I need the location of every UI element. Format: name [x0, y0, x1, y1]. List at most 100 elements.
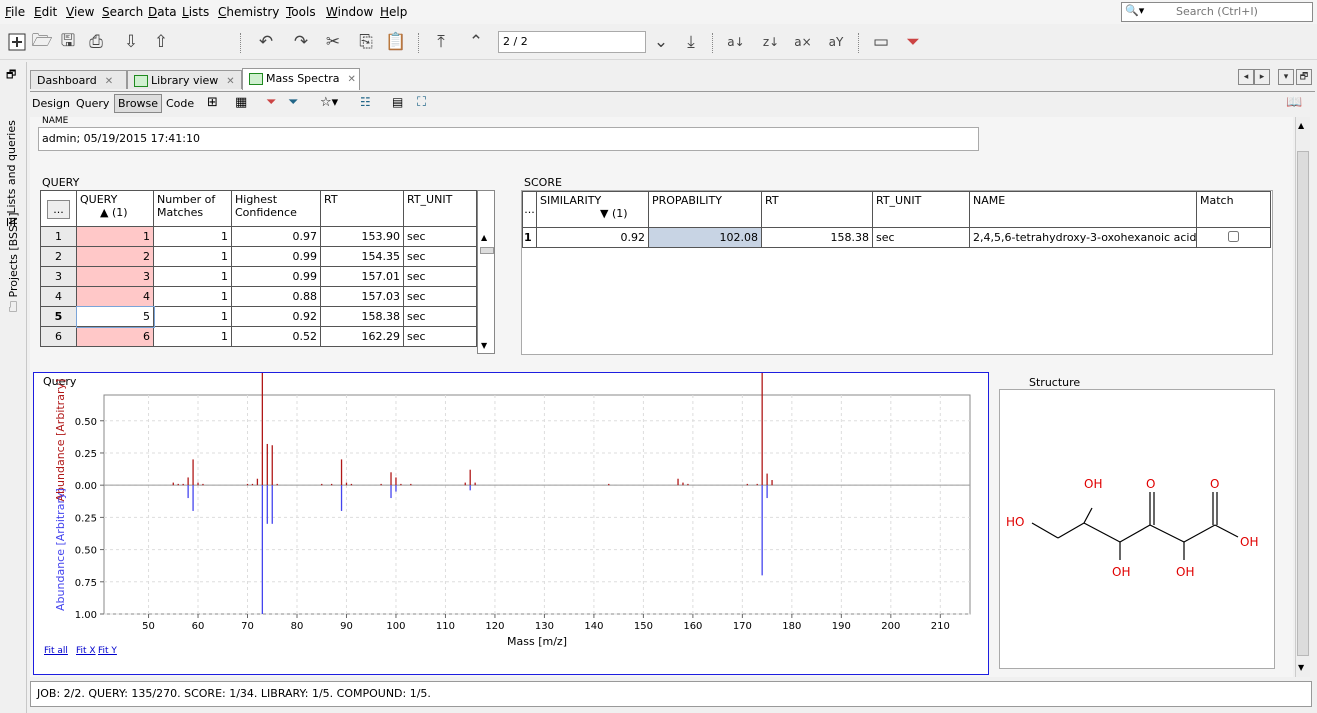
- close-icon[interactable]: ✕: [105, 76, 113, 87]
- scrollbar-thumb[interactable]: [1297, 151, 1309, 656]
- table-row[interactable]: 5 5 1 0.92 158.38 sec: [40, 305, 477, 328]
- record-navigator-field[interactable]: 2 / 2: [498, 31, 646, 53]
- book-icon[interactable]: 📖: [1286, 95, 1302, 110]
- first-record-icon[interactable]: ⤒: [430, 31, 452, 53]
- grid-icon[interactable]: ▦: [235, 95, 247, 110]
- cell-rt[interactable]: 158.38: [320, 306, 404, 327]
- restore-icon[interactable]: 🗗: [6, 66, 16, 85]
- header-name[interactable]: NAME: [969, 191, 1197, 228]
- design-mode-button[interactable]: Design: [32, 97, 70, 110]
- cell-rt-unit[interactable]: sec: [403, 326, 477, 347]
- list-view-icon[interactable]: ☷: [360, 95, 371, 109]
- table-row[interactable]: 2 2 1 0.99 154.35 sec: [40, 246, 477, 267]
- cell-rt-unit[interactable]: sec: [403, 286, 477, 307]
- search-box[interactable]: 🔍▾: [1121, 2, 1313, 22]
- fit-all-link[interactable]: Fit all: [44, 646, 68, 656]
- layout-icon[interactable]: ▤: [392, 95, 403, 109]
- dropdown-icon[interactable]: ▾: [1278, 69, 1294, 85]
- cell-query[interactable]: 2: [76, 246, 154, 267]
- cell-query[interactable]: 3: [76, 266, 154, 287]
- export-icon[interactable]: ⇧: [150, 31, 172, 53]
- menu-help[interactable]: Help: [380, 5, 407, 19]
- table-row[interactable]: 1 0.92 102.08 158.38 sec 2,4,5,6-tetrahydroxy…: [522, 227, 1271, 248]
- cell-rt[interactable]: 154.35: [320, 246, 404, 267]
- plot-area[interactable]: [103, 394, 971, 615]
- projects-side-tab[interactable]: 🗀 Projects [BSSN]: [5, 213, 24, 313]
- cell-rt-unit[interactable]: sec: [403, 266, 477, 287]
- filter-remove-icon[interactable]: ⏷: [266, 95, 276, 110]
- new-icon[interactable]: [6, 31, 28, 53]
- cell-confidence[interactable]: 0.92: [231, 306, 321, 327]
- header-similarity[interactable]: SIMILARITY ▼ (1): [536, 191, 649, 228]
- undo-icon[interactable]: ↶: [255, 31, 277, 53]
- menu-view[interactable]: View: [66, 5, 94, 19]
- name-field[interactable]: admin; 05/19/2015 17:41:10: [38, 127, 979, 151]
- cell-matches[interactable]: 1: [153, 286, 232, 307]
- fit-y-link[interactable]: Fit Y: [98, 646, 117, 656]
- match-checkbox[interactable]: [1228, 230, 1239, 242]
- maximize-icon[interactable]: 🗗: [1296, 69, 1312, 85]
- sort-descending-icon[interactable]: z↓: [760, 31, 782, 53]
- cell-matches[interactable]: 1: [153, 246, 232, 267]
- menu-data[interactable]: Data: [148, 5, 177, 19]
- row-header[interactable]: 5: [40, 306, 77, 327]
- copy-icon[interactable]: ⎘: [355, 31, 377, 53]
- clear-sort-icon[interactable]: a×: [792, 31, 814, 53]
- menu-search[interactable]: Search: [102, 5, 143, 19]
- cell-name[interactable]: 2,4,5,6-tetrahydroxy-3-oxohexanoic acid: [969, 227, 1197, 248]
- header-rt-unit[interactable]: RT_UNIT: [872, 191, 970, 228]
- print-icon[interactable]: ⎙: [85, 31, 107, 53]
- tab-library-view[interactable]: Library view ✕: [127, 70, 242, 89]
- filter-add-icon[interactable]: ⏷: [288, 95, 298, 110]
- search-input[interactable]: [1174, 4, 1308, 19]
- cell-matches[interactable]: 1: [153, 226, 232, 247]
- cell-rt-unit[interactable]: sec: [403, 246, 477, 267]
- header-match[interactable]: Match: [1196, 191, 1271, 228]
- cell-similarity[interactable]: 0.92: [536, 227, 649, 248]
- cell-matches[interactable]: 1: [153, 326, 232, 347]
- structure-viewer[interactable]: HO OH O O OH OH OH: [999, 389, 1275, 669]
- menu-chemistry[interactable]: Chemistry: [218, 5, 279, 19]
- cell-confidence[interactable]: 0.88: [231, 286, 321, 307]
- cell-rt[interactable]: 157.03: [320, 286, 404, 307]
- cell-rt[interactable]: 157.01: [320, 266, 404, 287]
- cell-matches[interactable]: 1: [153, 306, 232, 327]
- fit-x-link[interactable]: Fit X: [76, 646, 96, 656]
- redo-icon[interactable]: ↷: [290, 31, 312, 53]
- sort-options-icon[interactable]: aY: [825, 31, 847, 53]
- cell-confidence[interactable]: 0.97: [231, 226, 321, 247]
- form-view-icon[interactable]: ▭: [870, 31, 892, 53]
- cell-confidence[interactable]: 0.52: [231, 326, 321, 347]
- menu-edit[interactable]: Edit: [34, 5, 57, 19]
- tab-dashboard[interactable]: Dashboard ✕: [30, 70, 127, 89]
- scroll-left-icon[interactable]: ◂: [1238, 69, 1254, 85]
- row-header[interactable]: 4: [40, 286, 77, 307]
- scroll-right-icon[interactable]: ▸: [1254, 69, 1270, 85]
- star-icon[interactable]: ☆▾: [320, 95, 338, 110]
- row-header[interactable]: 1: [40, 226, 77, 247]
- last-record-icon[interactable]: ⤓: [680, 31, 702, 53]
- cell-rt-unit[interactable]: sec: [403, 226, 477, 247]
- table-row[interactable]: 1 1 1 0.97 153.90 sec: [40, 226, 477, 247]
- close-icon[interactable]: ✕: [226, 76, 234, 87]
- cell-rt-unit[interactable]: sec: [872, 227, 970, 248]
- header-rt[interactable]: RT: [320, 190, 404, 227]
- cell-query[interactable]: 5: [75, 305, 155, 328]
- cell-rt[interactable]: 158.38: [761, 227, 873, 248]
- cut-icon[interactable]: ✂: [322, 31, 344, 53]
- cell-matches[interactable]: 1: [153, 266, 232, 287]
- save-icon[interactable]: 🖫: [57, 31, 79, 53]
- select-all-button[interactable]: ...: [522, 191, 537, 228]
- cell-query[interactable]: 6: [76, 326, 154, 347]
- add-row-icon[interactable]: ⊞: [207, 95, 218, 110]
- open-folder-icon[interactable]: 🗁: [31, 31, 53, 53]
- row-header[interactable]: 2: [40, 246, 77, 267]
- browse-mode-button[interactable]: Browse: [114, 94, 163, 113]
- header-rt-unit[interactable]: RT_UNIT: [403, 190, 477, 227]
- row-header[interactable]: 6: [40, 326, 77, 347]
- select-all-button[interactable]: ...: [40, 190, 77, 227]
- cell-propability[interactable]: 102.08: [648, 227, 762, 248]
- close-icon[interactable]: ✕: [348, 74, 356, 85]
- cell-rt[interactable]: 153.90: [320, 226, 404, 247]
- header-highest-confidence[interactable]: Highest Confidence: [231, 190, 321, 227]
